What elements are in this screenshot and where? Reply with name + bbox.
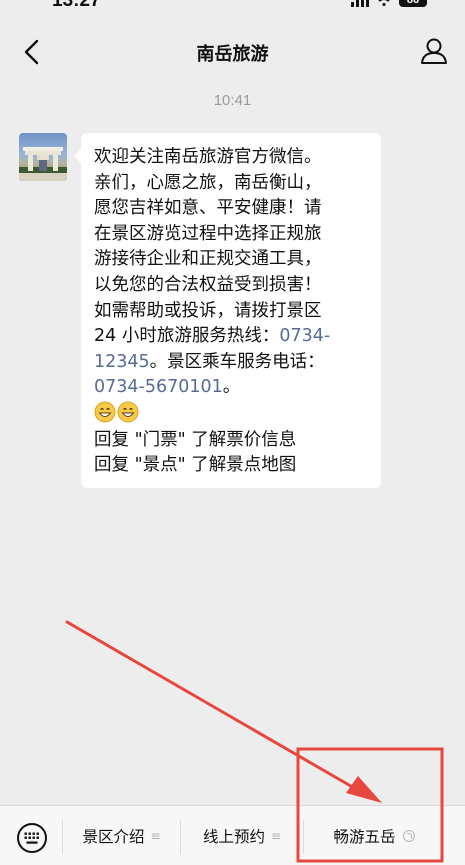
battery-icon: 86 <box>399 0 427 7</box>
message-line: 以免您的合法权益受到损害！ <box>94 274 322 295</box>
message-line: 欢迎关注南岳旅游官方微信。 <box>94 147 322 167</box>
grin-emoji-icon <box>117 401 139 423</box>
grin-emoji-icon <box>94 401 116 423</box>
emoji-line <box>94 401 371 428</box>
hotline-number-link[interactable]: 12345 <box>94 352 150 372</box>
message-line: 12345。景区乘车服务电话： <box>94 350 371 376</box>
status-icons: 86 <box>351 0 427 7</box>
menu-item-label: 景区介绍 <box>82 828 145 846</box>
status-time: 13:27 <box>52 0 101 11</box>
mini-program-icon <box>402 830 415 842</box>
message-line: 回复 "门票" 了解票价信息 <box>94 429 297 450</box>
message-line: 在景区游览过程中选择正规旅 <box>94 223 322 244</box>
service-number-link[interactable]: 0734-5670101 <box>94 377 223 397</box>
menu-lines-icon: ≡ <box>270 829 282 843</box>
menu-item-scenic-intro[interactable]: 景区介绍 ≡ <box>63 806 180 865</box>
menu-lines-icon: ≡ <box>150 829 161 843</box>
hotline-label: 24 小时旅游服务热线： <box>94 326 280 347</box>
profile-icon[interactable] <box>419 36 449 66</box>
message-line: 游接待企业和正规交通工具， <box>94 249 322 270</box>
menu-item-tour-five-mountains[interactable]: 畅游五岳 <box>304 806 444 865</box>
annotation-arrow-line <box>65 620 370 798</box>
wifi-icon <box>378 0 390 6</box>
menu-item-online-booking[interactable]: 线上预约 ≡ <box>181 806 303 865</box>
menu-item-label: 畅游五岳 <box>333 828 396 846</box>
menu-item-label: 线上预约 <box>202 828 265 846</box>
message-line: 亲们，心愿之旅，南岳衡山， <box>94 172 322 193</box>
annotation-arrowhead <box>346 776 382 803</box>
service-label: 。景区乘车服务电话： <box>149 351 325 372</box>
status-bar: 13:27 86 <box>0 0 465 20</box>
hotline-number-link[interactable]: 0734- <box>279 326 330 346</box>
message-bubble: 欢迎关注南岳旅游官方微信。 亲们，心愿之旅，南岳衡山， 愿您吉祥如意、平安健康！… <box>74 133 381 488</box>
avatar[interactable] <box>19 133 67 181</box>
bottom-menu: 景区介绍 ≡ 线上预约 ≡ 畅游五岳 <box>0 805 465 865</box>
message-line: 愿您吉祥如意、平安健康！请 <box>94 198 322 219</box>
page-title: 南岳旅游 <box>196 44 269 65</box>
signal-icon <box>351 0 369 7</box>
message-timestamp: 10:41 <box>213 92 252 109</box>
message-line: 如需帮助或投诉，请拨打景区 <box>94 300 322 321</box>
message-line: 24 小时旅游服务热线：0734- <box>94 324 371 350</box>
message-line: 回复 "景点" 了解景点地图 <box>94 455 297 476</box>
message-line: 0734-5670101。 <box>94 377 241 398</box>
archway-image <box>19 147 67 181</box>
keyboard-icon[interactable] <box>16 822 48 854</box>
nav-bar: 南岳旅游 <box>0 24 465 80</box>
